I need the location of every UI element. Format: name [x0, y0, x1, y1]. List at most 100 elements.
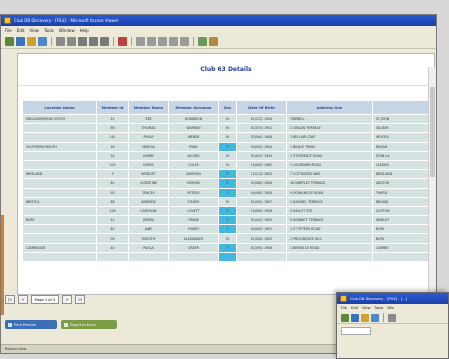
filter-icon[interactable]	[147, 37, 156, 46]
cell-date-of-birth: 01/12/1 1904	[236, 113, 287, 125]
find-icon[interactable]	[158, 37, 167, 46]
scrollbar-thumb[interactable]	[430, 87, 435, 177]
menu-edit[interactable]: Edit	[351, 306, 358, 310]
cell-member-surname: WEBER	[168, 132, 219, 143]
form-icon[interactable]	[78, 37, 87, 46]
forward-icon[interactable]	[351, 313, 359, 322]
cell-address: 1 BERNICLE ROAD	[286, 242, 373, 253]
back-icon[interactable]	[341, 313, 349, 322]
col-extra[interactable]	[372, 100, 431, 115]
table-row[interactable]: 93 TRACEY PETERS F 04/08/1 1950 9 DOWLINGCE R…	[22, 187, 431, 198]
cell-location: BRISTOL	[22, 196, 97, 207]
folder-icon[interactable]	[361, 313, 369, 322]
table-row[interactable]: BRISTOL 66 ANDREW FISHER M 01/09/1 1907 1 DAGW…	[22, 196, 431, 207]
cell-member-surname: GREER	[168, 242, 219, 253]
col-date-of-birth[interactable]: Date Of Birth	[236, 100, 287, 115]
table-row[interactable]: BRISLAND 3 BRIDGET SIMPSON F 12/11/1 1903 7 CO…	[22, 169, 431, 180]
table-row[interactable]: 89 THOMAS WARREN M 01/07/1 1951 1 CRAGIN TERR…	[22, 123, 431, 134]
menu-help[interactable]: Help	[80, 28, 89, 33]
delete-icon[interactable]	[118, 37, 127, 46]
first-page-button[interactable]: |<	[5, 295, 15, 304]
grid-icon[interactable]	[56, 37, 65, 46]
col-address-one[interactable]: Address One	[286, 100, 373, 115]
save-icon[interactable]	[371, 313, 379, 322]
table-icon[interactable]	[67, 37, 76, 46]
folder-icon[interactable]	[27, 37, 36, 46]
menu-edit[interactable]: Edit	[17, 28, 25, 33]
print-icon[interactable]	[169, 37, 178, 46]
table-row[interactable]: SOUTHERN MOUTH 16 MARCIA RYAN F 03/04/1 1904 1…	[22, 141, 431, 152]
col-member-id[interactable]: Member Id	[96, 100, 129, 115]
cell-member-surname: FISHER	[168, 196, 219, 207]
cell-date-of-birth: 01/04/1 1903	[236, 215, 287, 226]
toolbar-separator	[51, 37, 52, 46]
col-member-surname[interactable]: Member Surname	[168, 100, 219, 115]
next-page-button[interactable]: >	[62, 295, 73, 304]
menu-tools[interactable]: Tools	[44, 28, 54, 33]
cell-member-name: CHRISTINE	[128, 178, 169, 189]
report-panel: Club 63 Details Location Name Member Id …	[17, 53, 435, 295]
grid-icon[interactable]	[388, 313, 396, 322]
menu-file[interactable]: File	[5, 28, 12, 33]
table-row[interactable]: BURY 51 DEBRA FRANK F 01/04/1 1903 9 DOWBOT TE…	[22, 215, 431, 226]
menu-tools[interactable]: Tools	[375, 306, 384, 310]
cell-address: 1 STOREFACE ROAD	[286, 150, 373, 161]
cell-sex: M	[218, 123, 237, 134]
cell-location: BURY	[22, 215, 97, 226]
table-row[interactable]: 105 DORIS COLES M 10/09/1 1962 1 LOCKBURN ROA…	[22, 159, 431, 171]
cell-address: 9 DOWBOT TERRACE	[286, 215, 373, 226]
menu-file[interactable]: File	[341, 306, 347, 310]
import-icon[interactable]	[209, 37, 218, 46]
menu-view[interactable]: View	[362, 306, 371, 310]
cell-member-surname: PETERS	[168, 187, 219, 198]
table-row[interactable]: 61 CHRISTINE MORRIS F 03/08/1 1904 16 MARTLEY…	[22, 178, 431, 189]
cell-address	[286, 251, 373, 263]
sort-icon[interactable]	[136, 37, 145, 46]
query-icon[interactable]	[100, 37, 109, 46]
secondary-titlebar[interactable]: Club DB Discovery - [FILE] - [...]	[337, 293, 448, 304]
report-icon[interactable]	[89, 37, 98, 46]
col-member-name[interactable]: Member Name	[128, 100, 169, 115]
app-icon	[4, 17, 11, 24]
cell-extra	[372, 251, 431, 263]
table-row[interactable]: 81 JANE FOWEY F 04/09/1 1901 1 ST PETERS ROAD…	[22, 224, 431, 235]
menu-window[interactable]: Window	[59, 28, 75, 33]
report-title: Club 63 Details	[200, 66, 252, 73]
cell-location	[22, 132, 97, 143]
cell-member-id: 66	[96, 196, 129, 207]
table-row[interactable]: 99 TIMOTHY ALEXANDER M 01/04/1 1903 1 PROVIDE…	[22, 233, 431, 244]
back-icon[interactable]	[5, 37, 14, 46]
toolbar-separator	[113, 37, 114, 46]
cell-extra: SELBUR	[372, 123, 431, 134]
menu-window[interactable]: Win	[387, 306, 394, 310]
table-row[interactable]: 126 CAROLINE LOVETT F 10/09/1 1909 2 HALLET S…	[22, 205, 431, 217]
menu-view[interactable]: View	[29, 28, 39, 33]
cell-member-id: 40	[96, 242, 129, 253]
print-preview-button[interactable]: Print Preview	[5, 320, 57, 329]
cell-address: TWEBELL	[286, 113, 373, 125]
table-row[interactable]: CAMBRIDGE 40 PAOLA GREER F 01/09/1 1908 1 BERN…	[22, 242, 431, 253]
help-icon[interactable]	[180, 37, 189, 46]
page-info: Page 1 of 3	[31, 295, 60, 304]
table-row[interactable]: 34 HARRY JACOBS M 01/02/1 1944 1 STOREFACE RO…	[22, 150, 431, 161]
secondary-input-field[interactable]	[341, 327, 371, 335]
table-row[interactable]: 141 PHILIP WEBER M 03/09/1 1908 3 BELLAIR CRA…	[22, 132, 431, 143]
export-excel-button[interactable]: Export to Excel	[61, 320, 117, 329]
main-titlebar[interactable]: Club DB Discovery - [FILE] - Microsoft A…	[1, 15, 436, 26]
col-location-name[interactable]: Location Name	[22, 100, 97, 115]
cell-member-id: 22	[96, 113, 129, 125]
prev-page-button[interactable]: <	[18, 295, 28, 304]
vertical-scrollbar[interactable]	[428, 67, 435, 297]
status-text: Report view	[5, 347, 27, 351]
table-row[interactable]	[22, 251, 431, 263]
cell-sex: F	[218, 215, 237, 226]
table-row[interactable]: ENGLISH/PHENIX SOUTH 22 ZEE ROBINSON M 01/12/…	[22, 113, 431, 125]
col-sex[interactable]: Sex	[218, 100, 237, 115]
forward-icon[interactable]	[16, 37, 25, 46]
save-icon[interactable]	[38, 37, 47, 46]
cell-location	[22, 123, 97, 134]
toolbar-separator	[383, 313, 384, 322]
cell-date-of-birth: 04/08/1 1950	[236, 187, 287, 198]
export-icon[interactable]	[198, 37, 207, 46]
last-page-button[interactable]: >|	[75, 295, 86, 304]
